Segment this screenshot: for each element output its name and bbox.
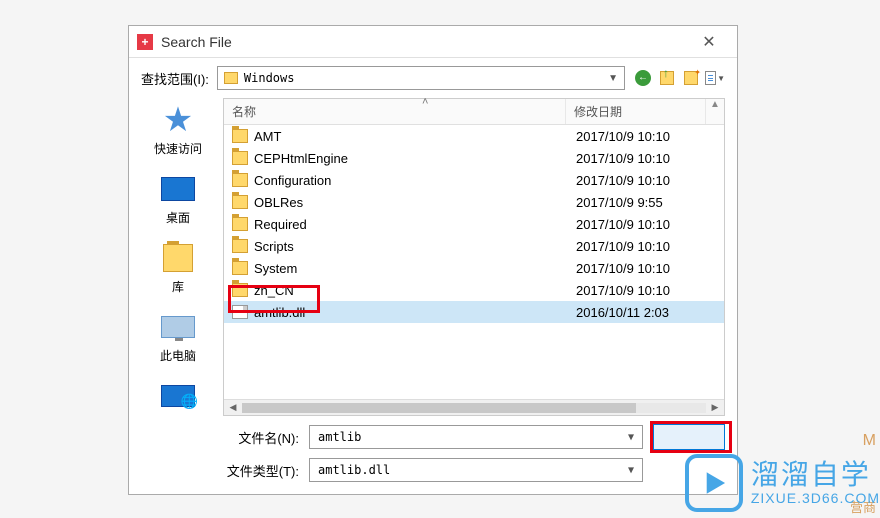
file-date: 2017/10/9 10:10 [576, 129, 716, 144]
file-name: Scripts [254, 239, 576, 254]
place-label: 桌面 [166, 209, 190, 226]
open-button[interactable] [653, 424, 725, 450]
chevron-down-icon: ▼ [628, 432, 634, 443]
file-row[interactable]: System2017/10/9 10:10 [224, 257, 724, 279]
chevron-down-icon: ▼ [628, 465, 634, 476]
watermark-url: ZIXUE.3D66.COM [751, 491, 880, 506]
file-row[interactable]: OBLRes2017/10/9 9:55 [224, 191, 724, 213]
chevron-down-icon: ▼ [608, 73, 618, 84]
column-headers: 名称 修改日期 ▲ [224, 99, 724, 125]
folder-icon [232, 283, 248, 297]
file-date: 2016/10/11 2:03 [576, 305, 716, 320]
filename-value: amtlib [318, 430, 361, 444]
scroll-right-button[interactable]: ▶ [708, 402, 722, 414]
place-this-pc[interactable]: 此电脑 [160, 309, 196, 364]
watermark-edge-m: M [863, 432, 876, 450]
file-date: 2017/10/9 9:55 [576, 195, 716, 210]
filetype-select[interactable]: amtlib.dll ▼ [309, 458, 643, 482]
titlebar: Search File ✕ [129, 26, 737, 58]
bottom-fields: 文件名(N): amtlib ▼ 文件类型(T): amtlib.dll ▼ [129, 416, 737, 494]
folder-icon [232, 239, 248, 253]
scroll-thumb[interactable] [242, 403, 636, 413]
file-row[interactable]: zh_CN2017/10/9 10:10 [224, 279, 724, 301]
place-desktop[interactable]: 桌面 [160, 171, 196, 226]
file-list-area: 名称 修改日期 ▲ AMT2017/10/9 10:10CEPHtmlEngin… [223, 98, 725, 416]
folder-icon [232, 217, 248, 231]
file-name: CEPHtmlEngine [254, 151, 576, 166]
file-row[interactable]: AMT2017/10/9 10:10 [224, 125, 724, 147]
horizontal-scrollbar[interactable]: ◀ ▶ [224, 399, 724, 415]
folder-icon [232, 195, 248, 209]
scroll-left-button[interactable]: ◀ [226, 402, 240, 414]
file-date: 2017/10/9 10:10 [576, 173, 716, 188]
file-row[interactable]: Scripts2017/10/9 10:10 [224, 235, 724, 257]
place-network[interactable]: 网络 [160, 378, 196, 416]
scroll-track[interactable] [242, 403, 706, 413]
file-row-selected[interactable]: amtlib.dll2016/10/11 2:03 [224, 301, 724, 323]
col-name[interactable]: 名称 [224, 99, 566, 124]
place-label: 快速访问 [154, 140, 202, 157]
body-area: ★ 快速访问 桌面 库 此电脑 网络 名称 修改日期 [129, 98, 737, 416]
window-title: Search File [161, 34, 232, 50]
file-row[interactable]: Required2017/10/9 10:10 [224, 213, 724, 235]
app-icon [137, 34, 153, 50]
network-icon [160, 378, 196, 414]
library-icon [160, 240, 196, 276]
place-quick-access[interactable]: ★ 快速访问 [154, 102, 202, 157]
file-date: 2017/10/9 10:10 [576, 151, 716, 166]
file-date: 2017/10/9 10:10 [576, 261, 716, 276]
highlight-open [650, 421, 732, 453]
watermark-brand: 溜溜自学 [751, 460, 880, 491]
look-in-value: Windows [244, 71, 295, 85]
file-name: Required [254, 217, 576, 232]
views-button[interactable]: ▼ [705, 68, 725, 88]
look-in-label: 查找范围(I): [141, 69, 209, 88]
file-row[interactable]: CEPHtmlEngine2017/10/9 10:10 [224, 147, 724, 169]
filetype-label: 文件类型(T): [223, 461, 299, 480]
file-name: OBLRes [254, 195, 576, 210]
filetype-value: amtlib.dll [318, 463, 390, 477]
place-label: 此电脑 [160, 347, 196, 364]
watermark: 溜溜自学 ZIXUE.3D66.COM [685, 454, 880, 512]
place-libraries[interactable]: 库 [160, 240, 196, 295]
folder-icon [232, 173, 248, 187]
search-file-dialog: Search File ✕ 查找范围(I): Windows ▼ ← ▼ ★ [128, 25, 738, 495]
file-list[interactable]: AMT2017/10/9 10:10CEPHtmlEngine2017/10/9… [224, 125, 724, 399]
up-button[interactable] [657, 68, 677, 88]
file-date: 2017/10/9 10:10 [576, 283, 716, 298]
col-modified[interactable]: 修改日期 [566, 99, 706, 124]
filename-input[interactable]: amtlib ▼ [309, 425, 643, 449]
file-date: 2017/10/9 10:10 [576, 239, 716, 254]
pc-icon [160, 309, 196, 345]
folder-icon [232, 129, 248, 143]
file-name: amtlib.dll [254, 305, 576, 320]
file-icon [232, 305, 248, 319]
new-folder-button[interactable] [681, 68, 701, 88]
filename-label: 文件名(N): [223, 428, 299, 447]
places-bar: ★ 快速访问 桌面 库 此电脑 网络 [141, 98, 215, 416]
look-in-row: 查找范围(I): Windows ▼ ← ▼ [129, 58, 737, 98]
folder-icon [232, 261, 248, 275]
scroll-up-button[interactable]: ▲ [706, 99, 724, 124]
folder-icon [224, 72, 238, 84]
play-icon [685, 454, 743, 512]
folder-icon [232, 151, 248, 165]
file-name: System [254, 261, 576, 276]
star-icon: ★ [160, 102, 196, 138]
place-label: 库 [172, 278, 184, 295]
nav-toolbar: ← ▼ [633, 68, 725, 88]
back-button[interactable]: ← [633, 68, 653, 88]
close-button[interactable]: ✕ [689, 28, 729, 56]
sort-arrow-icon: ˄ [422, 96, 428, 108]
file-row[interactable]: Configuration2017/10/9 10:10 [224, 169, 724, 191]
desktop-icon [160, 171, 196, 207]
look-in-combo[interactable]: Windows ▼ [217, 66, 625, 90]
file-name: AMT [254, 129, 576, 144]
file-name: Configuration [254, 173, 576, 188]
file-date: 2017/10/9 10:10 [576, 217, 716, 232]
file-name: zh_CN [254, 283, 576, 298]
